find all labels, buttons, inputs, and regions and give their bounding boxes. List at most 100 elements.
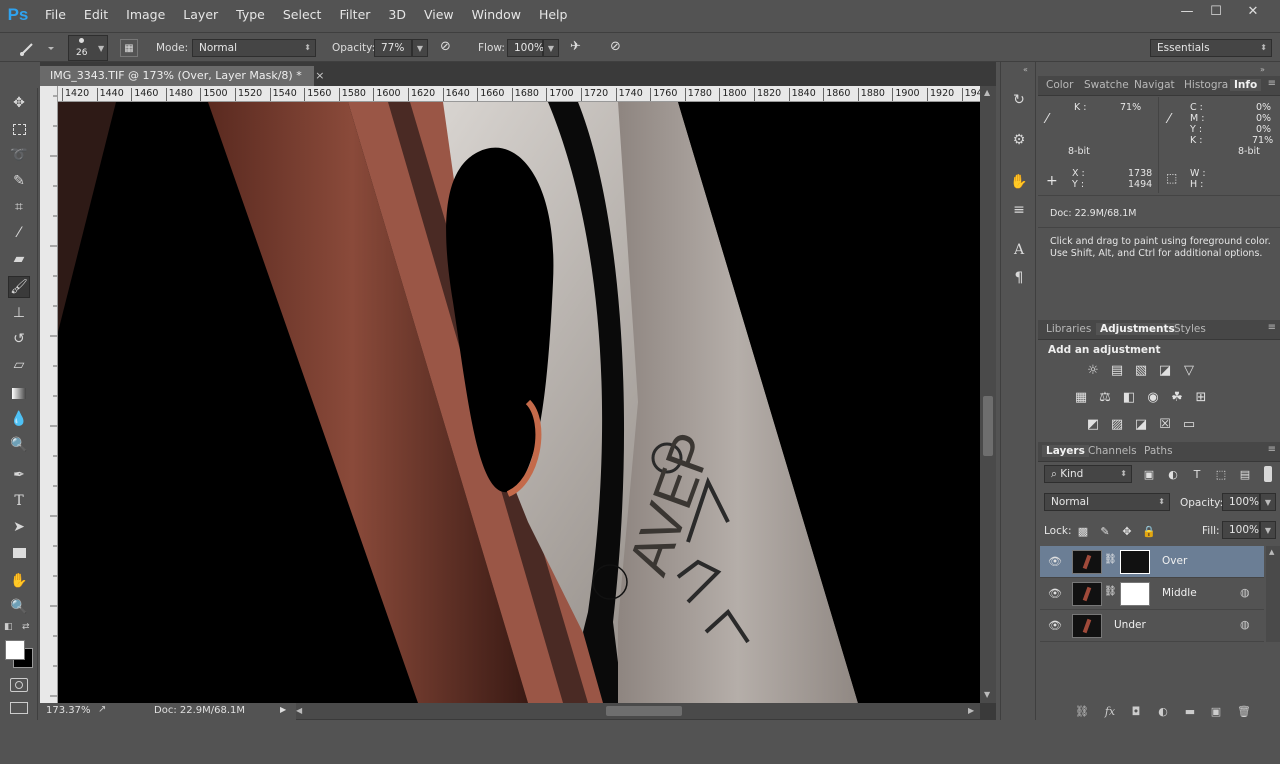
filter-shape-icon[interactable]: ⬚ bbox=[1212, 466, 1230, 482]
export-icon[interactable]: ↗ bbox=[98, 704, 106, 715]
delete-layer-icon[interactable]: 🗑 bbox=[1236, 704, 1252, 718]
scroll-left-icon[interactable]: ◀ bbox=[296, 706, 302, 715]
image-canvas[interactable]: AVEP bbox=[58, 102, 980, 703]
smart-filter-icon[interactable]: ◍ bbox=[1240, 586, 1250, 599]
gradient-map-icon[interactable]: ▭ bbox=[1180, 416, 1198, 432]
character-panel-icon[interactable]: A bbox=[1009, 240, 1029, 260]
curves-icon[interactable]: ▧ bbox=[1132, 362, 1150, 378]
move-tool-icon[interactable]: ✥ bbox=[8, 92, 30, 114]
horizontal-scroll-thumb[interactable] bbox=[606, 706, 682, 716]
layer-mask-thumbnail[interactable] bbox=[1120, 550, 1150, 574]
tab-adjustments[interactable]: Adjustments bbox=[1096, 323, 1179, 335]
brush-panel-toggle-icon[interactable]: ▦ bbox=[120, 39, 138, 57]
menu-file[interactable]: File bbox=[36, 0, 75, 30]
color-balance-icon[interactable]: ⚖ bbox=[1096, 389, 1114, 405]
brush-size-picker[interactable]: 26 ▼ bbox=[68, 35, 108, 61]
tab-swatches[interactable]: Swatche bbox=[1084, 79, 1129, 91]
menu-filter[interactable]: Filter bbox=[330, 0, 379, 30]
filter-adjustment-icon[interactable]: ◐ bbox=[1164, 466, 1182, 482]
selective-color-icon[interactable]: ☒ bbox=[1156, 416, 1174, 432]
dodge-tool-icon[interactable]: 🔍 bbox=[8, 434, 30, 456]
close-tab-icon[interactable]: × bbox=[315, 69, 324, 82]
tab-navigator[interactable]: Navigat bbox=[1134, 79, 1175, 91]
horizontal-ruler[interactable]: 1420 1440 1460 1480 1500 1520 1540 1560 1580 1600… bbox=[58, 86, 980, 102]
default-colors-icon[interactable]: ◧ bbox=[4, 622, 13, 632]
exposure-icon[interactable]: ◪ bbox=[1156, 362, 1174, 378]
airbrush-icon[interactable]: ✈ bbox=[570, 39, 590, 57]
vertical-scrollbar[interactable]: ▲ ▼ bbox=[980, 86, 996, 703]
flow-input[interactable]: 100% bbox=[507, 39, 544, 57]
posterize-icon[interactable]: ▨ bbox=[1108, 416, 1126, 432]
scroll-up-icon[interactable]: ▲ bbox=[1269, 548, 1274, 556]
lock-pixels-icon[interactable]: ✎ bbox=[1096, 523, 1114, 539]
vertical-ruler[interactable] bbox=[40, 86, 58, 703]
layer-filter-select[interactable]: ⌕ Kind ⬍ bbox=[1044, 465, 1132, 483]
type-tool-icon[interactable]: T bbox=[8, 490, 30, 512]
zoom-tool-icon[interactable]: 🔍 bbox=[8, 596, 30, 618]
history-panel-icon[interactable]: ↻ bbox=[1009, 90, 1029, 110]
crop-tool-icon[interactable]: ⌗ bbox=[8, 196, 30, 218]
maximize-button[interactable]: ☐ bbox=[1199, 0, 1233, 22]
layer-row-under[interactable]: 👁 Under ◍ bbox=[1040, 610, 1264, 642]
menu-image[interactable]: Image bbox=[117, 0, 174, 30]
opacity-dropdown-button[interactable]: ▼ bbox=[412, 39, 428, 57]
healing-brush-tool-icon[interactable]: ▰ bbox=[8, 248, 30, 270]
layer-opacity-input[interactable]: 100% bbox=[1222, 493, 1260, 511]
visibility-eye-icon[interactable]: 👁 bbox=[1048, 555, 1062, 568]
new-adjustment-layer-icon[interactable]: ◐ bbox=[1155, 704, 1171, 718]
vibrance-icon[interactable]: ▽ bbox=[1180, 362, 1198, 378]
hand-tool-icon[interactable]: ✋ bbox=[8, 570, 30, 592]
filter-type-icon[interactable]: T bbox=[1188, 466, 1206, 482]
layer-mask-thumbnail[interactable] bbox=[1120, 582, 1150, 606]
layer-opacity-dropdown[interactable]: ▼ bbox=[1260, 493, 1276, 511]
tool-presets-icon[interactable]: ✋ bbox=[1009, 172, 1029, 192]
new-layer-icon[interactable]: ▣ bbox=[1208, 704, 1224, 718]
brush-settings-icon[interactable]: ≡ bbox=[1009, 200, 1029, 220]
gradient-tool-icon[interactable] bbox=[8, 382, 30, 404]
opacity-input[interactable]: 77% bbox=[374, 39, 412, 57]
tab-color[interactable]: Color bbox=[1046, 79, 1073, 91]
link-icon[interactable]: ⛓ bbox=[1104, 554, 1117, 565]
pressure-size-icon[interactable]: ⊘ bbox=[610, 39, 628, 57]
menu-select[interactable]: Select bbox=[274, 0, 331, 30]
smart-filter-icon[interactable]: ◍ bbox=[1240, 618, 1250, 631]
paragraph-panel-icon[interactable]: ¶ bbox=[1009, 268, 1029, 288]
filter-toggle[interactable] bbox=[1264, 466, 1272, 482]
visibility-eye-icon[interactable]: 👁 bbox=[1048, 619, 1062, 632]
history-brush-tool-icon[interactable]: ↺ bbox=[8, 328, 30, 350]
layers-scrollbar[interactable]: ▲ bbox=[1266, 546, 1280, 642]
tab-paths[interactable]: Paths bbox=[1144, 445, 1173, 457]
lock-all-icon[interactable]: 🔒 bbox=[1140, 523, 1158, 539]
vertical-scroll-thumb[interactable] bbox=[983, 396, 993, 456]
link-layers-icon[interactable]: ⛓ bbox=[1074, 704, 1090, 718]
lock-position-icon[interactable]: ✥ bbox=[1118, 523, 1136, 539]
foreground-color-swatch[interactable] bbox=[5, 640, 25, 660]
layer-row-over[interactable]: 👁 ⛓ Over bbox=[1040, 546, 1264, 578]
path-selection-tool-icon[interactable]: ➤ bbox=[8, 516, 30, 538]
add-mask-icon[interactable]: ◘ bbox=[1128, 704, 1144, 718]
pen-tool-icon[interactable]: ✒ bbox=[8, 464, 30, 486]
quick-mask-icon[interactable] bbox=[10, 678, 28, 692]
document-tab[interactable]: IMG_3343.TIF @ 173% (Over, Layer Mask/8)… bbox=[40, 66, 324, 86]
collapse-icon[interactable]: « bbox=[1023, 65, 1028, 74]
visibility-eye-icon[interactable]: 👁 bbox=[1048, 587, 1062, 600]
layer-style-icon[interactable]: fx bbox=[1102, 704, 1118, 718]
quick-selection-tool-icon[interactable]: ✎ bbox=[8, 170, 30, 192]
panel-menu-icon[interactable]: ≡ bbox=[1268, 322, 1276, 333]
blur-tool-icon[interactable]: 💧 bbox=[8, 408, 30, 430]
tab-info[interactable]: Info bbox=[1230, 79, 1262, 91]
tab-channels[interactable]: Channels bbox=[1088, 445, 1137, 457]
menu-layer[interactable]: Layer bbox=[174, 0, 227, 30]
black-white-icon[interactable]: ◧ bbox=[1120, 389, 1138, 405]
properties-panel-icon[interactable]: ⚙ bbox=[1009, 130, 1029, 150]
channel-mixer-icon[interactable]: ☘ bbox=[1168, 389, 1186, 405]
blend-mode-select[interactable]: Normal ⬍ bbox=[1044, 493, 1170, 511]
expand-icon[interactable]: » bbox=[1260, 65, 1265, 74]
brush-tool-icon[interactable]: 🖌 bbox=[8, 276, 30, 298]
close-window-button[interactable]: ✕ bbox=[1236, 0, 1270, 22]
menu-3d[interactable]: 3D bbox=[379, 0, 415, 30]
tab-histogram[interactable]: Histogra bbox=[1184, 79, 1228, 91]
pressure-opacity-icon[interactable]: ⊘ bbox=[440, 39, 458, 57]
lasso-tool-icon[interactable]: ➰ bbox=[8, 144, 30, 166]
filter-smart-object-icon[interactable]: ▤ bbox=[1236, 466, 1254, 482]
